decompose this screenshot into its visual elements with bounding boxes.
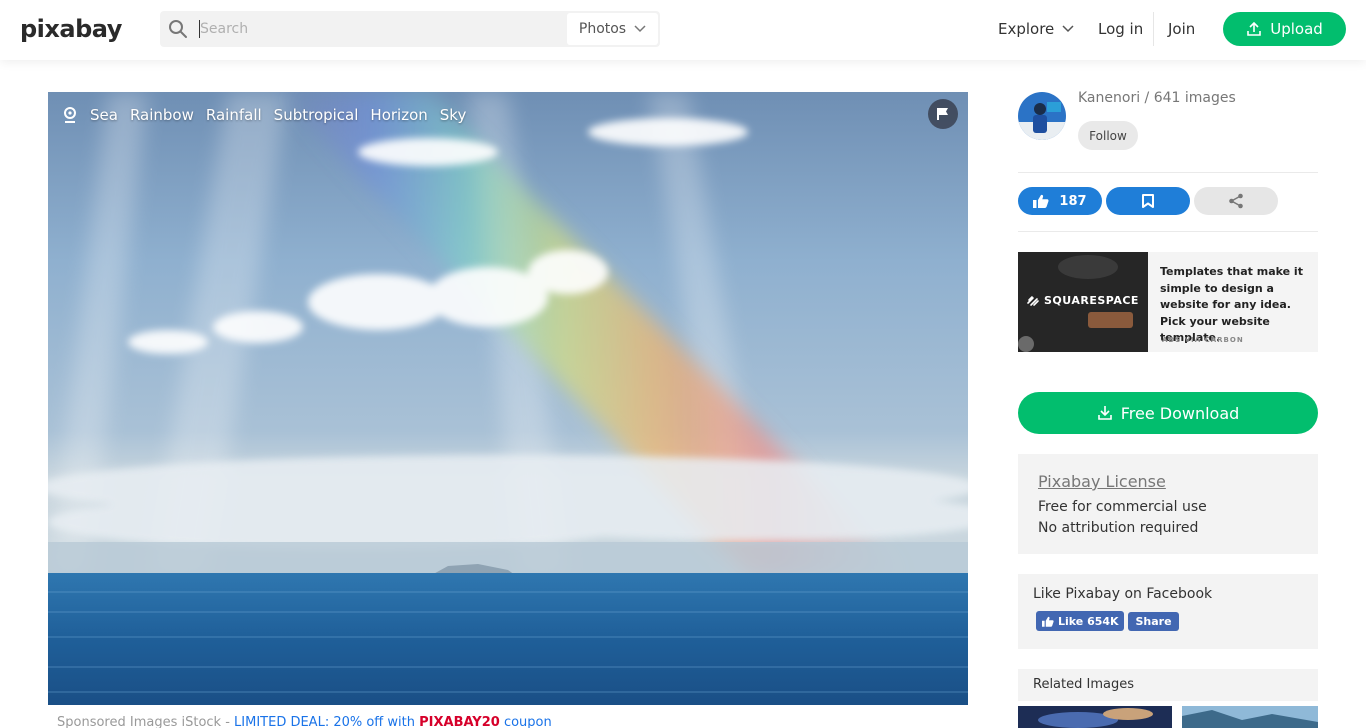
- squarespace-icon: [1027, 295, 1039, 306]
- download-label: Free Download: [1120, 403, 1240, 423]
- flag-icon: [937, 108, 948, 120]
- squarespace-logo: SQUARESPACE: [1026, 294, 1139, 307]
- related-image-thumb[interactable]: [1182, 706, 1318, 728]
- facebook-title: Like Pixabay on Facebook: [1033, 586, 1213, 602]
- share-icon: [1229, 193, 1243, 209]
- tag-link[interactable]: Subtropical: [274, 106, 359, 124]
- main-photo[interactable]: Sea Rainbow Rainfall Subtropical Horizon…: [48, 92, 968, 705]
- coupon-suffix[interactable]: coupon: [500, 715, 552, 728]
- ad-image: SQUARESPACE: [1018, 252, 1148, 352]
- author-avatar[interactable]: [1018, 92, 1066, 140]
- like-button[interactable]: 187: [1018, 187, 1102, 215]
- sponsored-line: Sponsored Images iStock - LIMITED DEAL: …: [57, 715, 552, 728]
- share-button[interactable]: [1194, 187, 1278, 215]
- search-type-label: Photos: [578, 21, 627, 37]
- license-box: Pixabay License Free for commercial use …: [1018, 454, 1318, 554]
- related-title: Related Images: [1033, 677, 1134, 692]
- tag-link[interactable]: Sky: [440, 106, 467, 124]
- thumbs-up-icon: [1042, 616, 1054, 627]
- bookmark-icon: [1142, 194, 1154, 208]
- upload-icon: [1247, 21, 1262, 36]
- coupon-code[interactable]: PIXABAY20: [419, 715, 500, 728]
- text-caret: [199, 20, 200, 38]
- login-link[interactable]: Log in: [1098, 20, 1143, 38]
- search-icon[interactable]: [168, 19, 188, 39]
- divider: [1018, 172, 1318, 173]
- tag-link[interactable]: Sea: [90, 106, 118, 124]
- carbon-ad[interactable]: SQUARESPACE Templates that make it simpl…: [1018, 252, 1318, 352]
- facebook-like-label: Like 654K: [1058, 614, 1119, 628]
- author-info[interactable]: Kanenori / 641 images: [1078, 90, 1236, 106]
- explore-menu[interactable]: Explore: [998, 20, 1074, 38]
- ad-brand-label: SQUARESPACE: [1044, 294, 1139, 307]
- explore-label: Explore: [998, 20, 1055, 38]
- license-attribution: No attribution required: [1038, 520, 1199, 536]
- nav-divider: [1153, 12, 1154, 46]
- facebook-share-button[interactable]: Share: [1128, 612, 1179, 631]
- license-link[interactable]: Pixabay License: [1038, 472, 1166, 491]
- related-thumb-image: [1182, 706, 1318, 728]
- chevron-down-icon: [1062, 25, 1074, 33]
- top-header: pixabay Photos Explore Log in Join Uploa…: [0, 0, 1366, 60]
- like-count: 187: [1059, 193, 1087, 209]
- tag-link[interactable]: Horizon: [370, 106, 427, 124]
- related-thumb-image: [1018, 706, 1172, 728]
- search-bar: Photos: [160, 11, 660, 47]
- upload-button[interactable]: Upload: [1223, 12, 1346, 46]
- join-link[interactable]: Join: [1168, 20, 1195, 38]
- location-pin-icon: [64, 107, 76, 123]
- chevron-down-icon: [634, 25, 646, 33]
- upload-label: Upload: [1270, 20, 1323, 38]
- download-icon: [1097, 406, 1112, 420]
- ad-via-label[interactable]: ADS VIA CARBON: [1162, 336, 1244, 344]
- tag-link[interactable]: Rainfall: [206, 106, 262, 124]
- save-button[interactable]: [1106, 187, 1190, 215]
- search-input[interactable]: [200, 11, 566, 47]
- sponsored-prefix: Sponsored Images iStock -: [57, 715, 235, 728]
- report-button[interactable]: [928, 99, 958, 129]
- follow-button[interactable]: Follow: [1078, 121, 1138, 150]
- ad-copy[interactable]: Templates that make it simple to design …: [1160, 264, 1310, 347]
- search-type-dropdown[interactable]: Photos: [567, 13, 658, 45]
- facebook-box: Like Pixabay on Facebook Like 654K Share: [1018, 574, 1318, 649]
- deal-link[interactable]: LIMITED DEAL: 20% off with: [234, 715, 419, 728]
- divider: [1018, 231, 1318, 232]
- rainbow-sea-image: [48, 92, 968, 705]
- tag-link[interactable]: Rainbow: [130, 106, 194, 124]
- free-download-button[interactable]: Free Download: [1018, 392, 1318, 434]
- facebook-like-button[interactable]: Like 654K: [1036, 611, 1124, 631]
- related-images-header: Related Images: [1018, 669, 1318, 701]
- related-image-thumb[interactable]: [1018, 706, 1172, 728]
- photo-tags: Sea Rainbow Rainfall Subtropical Horizon…: [62, 106, 466, 124]
- thumbs-up-icon: [1033, 194, 1049, 208]
- avatar-image: [1018, 92, 1066, 140]
- pixabay-logo[interactable]: pixabay: [20, 15, 122, 43]
- license-commercial: Free for commercial use: [1038, 499, 1207, 515]
